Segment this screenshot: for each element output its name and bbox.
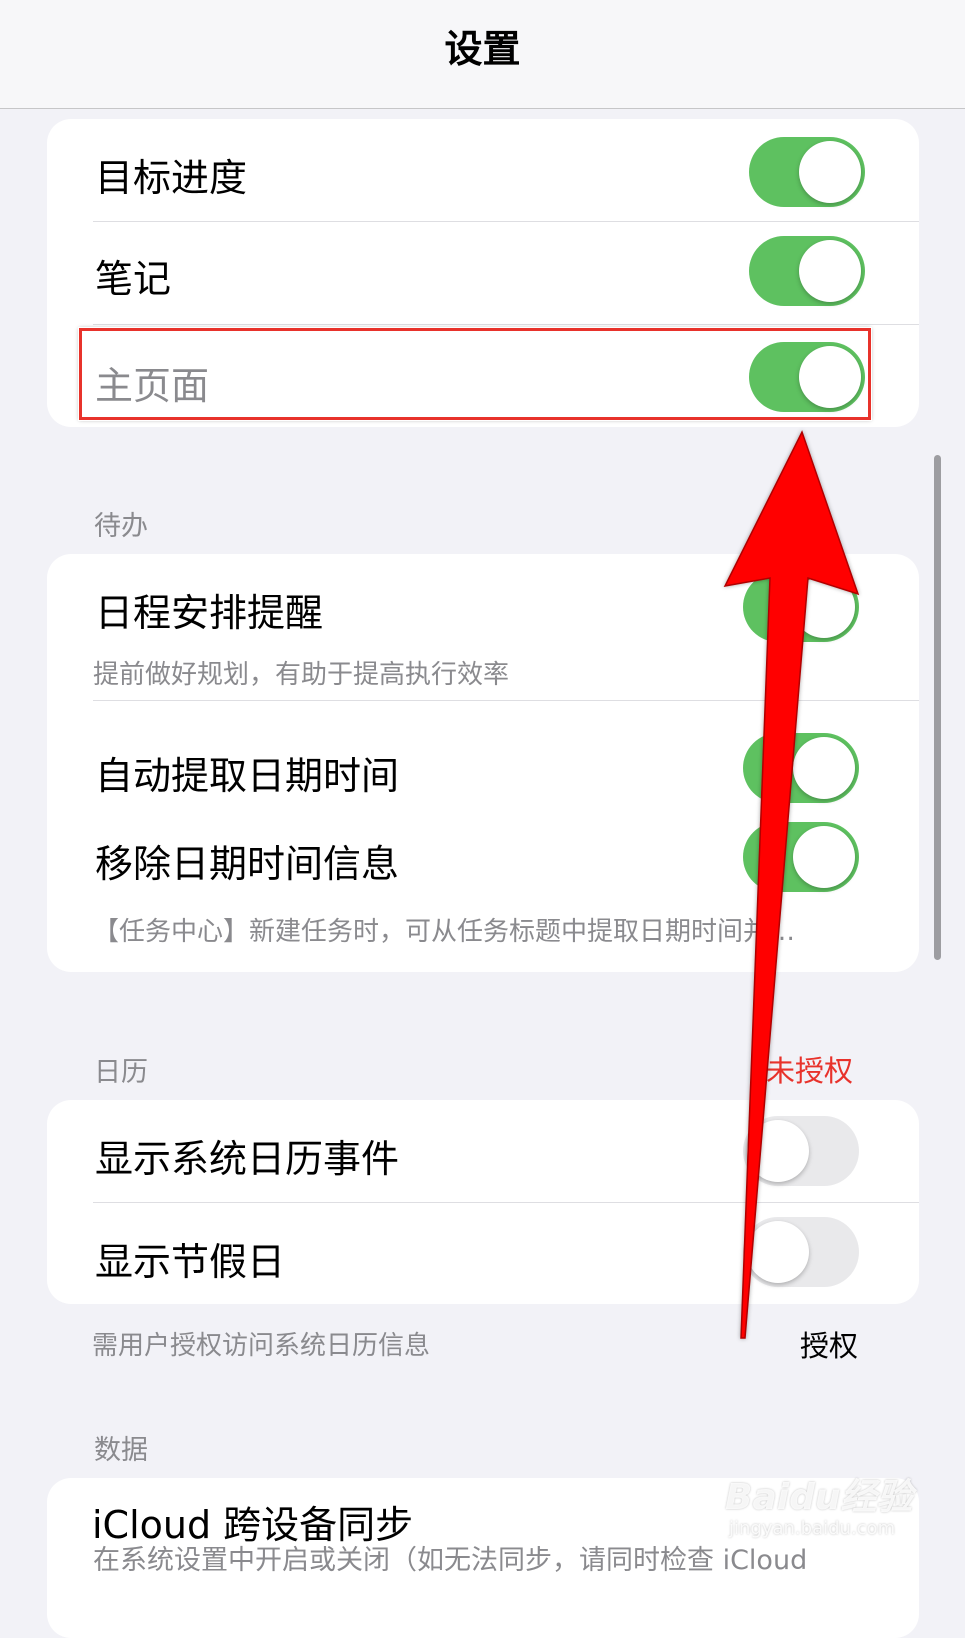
remove-datetime-info-label: 移除日期时间信息 (95, 842, 400, 886)
setting-row-show-holidays[interactable]: 显示节假日 (47, 1203, 919, 1304)
schedule-reminder-toggle[interactable] (743, 572, 859, 642)
toggle-knob (799, 141, 861, 203)
toggle-knob (747, 1120, 809, 1182)
home-page-toggle[interactable] (749, 342, 865, 412)
watermark-text: Baidu经验 (725, 1477, 913, 1518)
toggle-knob (799, 346, 861, 408)
calendar-footer-note: 需用户授权访问系统日历信息 (92, 1331, 431, 1361)
toggle-knob (799, 240, 861, 302)
nav-bar: 设置 (0, 0, 965, 109)
schedule-reminder-subtitle: 提前做好规划，有助于提高执行效率 (93, 660, 510, 690)
show-holidays-label: 显示节假日 (95, 1240, 286, 1284)
goal-progress-toggle[interactable] (749, 137, 865, 207)
scroll-indicator[interactable] (934, 455, 941, 960)
setting-row-goal-progress[interactable]: 目标进度 (47, 119, 919, 221)
icloud-sync-subtitle: 在系统设置中开启或关闭（如无法同步，请同时检查 iCloud (93, 1545, 808, 1576)
authorize-button[interactable]: 授权 (800, 1323, 858, 1365)
calendar-status-unauthorized: 未授权 (766, 1054, 854, 1088)
todo-settings-card: 日程安排提醒 提前做好规划，有助于提高执行效率 自动提取日期时间 移除日期时间信… (47, 554, 919, 972)
setting-row-show-system-calendar[interactable]: 显示系统日历事件 (47, 1100, 919, 1202)
section-header-todo: 待办 (94, 511, 148, 542)
show-system-calendar-toggle[interactable] (743, 1116, 859, 1186)
show-holidays-toggle[interactable] (743, 1217, 859, 1287)
watermark-logo: Baidu经验 jingyan.baidu.com (725, 1462, 925, 1552)
notes-label: 笔记 (95, 257, 172, 301)
remove-datetime-info-toggle[interactable] (743, 822, 859, 892)
goal-progress-label: 目标进度 (95, 156, 248, 200)
home-page-label: 主页面 (95, 364, 210, 408)
section-header-data: 数据 (94, 1435, 148, 1466)
schedule-reminder-label: 日程安排提醒 (95, 591, 324, 635)
section-header-calendar: 日历 (94, 1057, 148, 1088)
setting-row-schedule-reminder[interactable]: 日程安排提醒 提前做好规划，有助于提高执行效率 (47, 554, 919, 700)
setting-row-remove-datetime-info[interactable]: 移除日期时间信息 【任务中心】新建任务时，可从任务标题中提取日期时间并… (47, 791, 919, 972)
setting-row-notes[interactable]: 笔记 (47, 222, 919, 324)
general-settings-card: 目标进度 笔记 主页面 (47, 119, 919, 427)
calendar-settings-card: 显示系统日历事件 显示节假日 (47, 1100, 919, 1304)
remove-datetime-info-subtitle: 【任务中心】新建任务时，可从任务标题中提取日期时间并… (93, 917, 796, 947)
notes-toggle[interactable] (749, 236, 865, 306)
toggle-knob (793, 737, 855, 799)
show-system-calendar-label: 显示系统日历事件 (95, 1137, 400, 1181)
watermark-url: jingyan.baidu.com (729, 1518, 896, 1539)
toggle-knob (793, 576, 855, 638)
toggle-knob (747, 1221, 809, 1283)
setting-row-home-page[interactable]: 主页面 (47, 325, 919, 427)
page-title: 设置 (444, 27, 521, 71)
toggle-knob (793, 826, 855, 888)
setting-row-auto-extract-datetime[interactable]: 自动提取日期时间 (47, 701, 919, 803)
